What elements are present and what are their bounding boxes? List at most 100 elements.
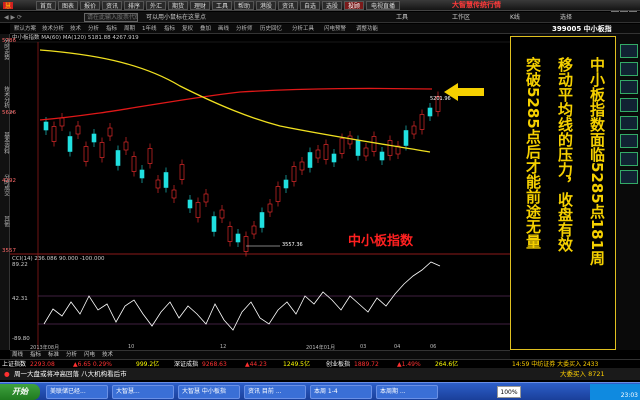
panel-icon[interactable] [620,44,638,58]
toolbar-item[interactable]: 选择 [560,13,572,22]
taskbar-item[interactable]: 本周 1-4 [310,385,372,399]
toolbar-item[interactable]: 工作区 [452,13,470,22]
taskbar-item[interactable]: 资讯 目前 ... [244,385,306,399]
candle [51,126,57,142]
tab-item[interactable]: 默认方案 [14,25,36,33]
taskbar-item[interactable]: 大智慧 中小板指 [178,385,240,399]
app-title: 大智慧传统行情 [452,1,501,9]
panel-icon[interactable] [620,62,638,76]
menu-item[interactable]: 图表 [58,1,78,10]
candle [123,141,129,151]
nav-arrows-icon[interactable]: ◀ ▶ ⟳ [4,13,22,22]
candle [323,144,329,160]
annotation-line: 突破5285点后才能前途无量 [524,57,542,249]
index-ticker: 上证指数 2293.08 ▲6.65 0.29% 999.2亿 深证成指 9268.63 ▲… [0,359,640,368]
y-label: 4292 [2,178,16,184]
menu-item[interactable]: 电视直播 [366,1,400,10]
tab-item[interactable]: 复权 [182,25,193,33]
ticker-item: ▲1.49% [397,361,421,368]
tab-item[interactable]: 指标 [164,25,175,33]
menu-item[interactable]: 外汇 [146,1,166,10]
candle [179,164,185,180]
menu-item[interactable]: 理财 [190,1,210,10]
tab-item[interactable]: 调整功能 [356,25,378,33]
start-button[interactable]: 开始 [0,384,40,400]
tab-item[interactable]: 叠加 [200,25,211,33]
left-strip-item[interactable]: 其他 [1,216,9,227]
chart-area: 中小板指数 MA(60) MA(120) 5181.88 4267.919 57… [2,34,510,351]
ticker-item: 1249.5亿 [283,361,310,368]
panel-icon[interactable] [620,80,638,94]
left-strip-item[interactable]: 技术分析 [1,86,9,108]
menu-item[interactable]: 排序 [124,1,144,10]
candle [227,226,233,242]
candle [203,193,209,203]
tab-item[interactable]: 1年线 [142,25,157,33]
toolbar-item[interactable]: 工具 [396,13,408,22]
candle [99,142,105,158]
bottom-tabs: 周线 指标 标准 分析 闪电 技术 [10,350,510,359]
menu-item[interactable]: 工具 [212,1,232,10]
tab-item[interactable]: 闪电预警 [324,25,346,33]
toolbar-item[interactable]: K线 [510,13,520,22]
menu-item[interactable]: 资讯 [102,1,122,10]
candle [147,148,153,164]
ticker-right: 14:59 中纺证券 大委买入 2433 [512,361,599,368]
tab-item[interactable]: 分析工具 [292,25,314,33]
tab-item[interactable]: 指标 [106,25,117,33]
menu-item[interactable]: 期货 [168,1,188,10]
taskbar-item[interactable]: 本周期 ... [376,385,438,399]
menu-item[interactable]: 自选 [300,1,320,10]
panel-icon[interactable] [620,134,638,148]
low-label: 3557.36 [282,242,303,248]
candle [163,172,169,188]
panel-icon[interactable] [620,116,638,130]
candle [307,152,313,168]
taskbar-item[interactable]: 美联储已经... [46,385,108,399]
candle [83,146,89,162]
right-toolbar [618,40,640,340]
candle [75,125,81,135]
menu-item[interactable]: 选股 [322,1,342,10]
news-right: 大委买入 8721 [560,370,605,378]
chart-header: 中小板指数 MA(60) MA(120) 5181.88 4267.919 [12,35,139,41]
candle [187,199,193,209]
tab-item[interactable]: 技术分析 [42,25,64,33]
taskbar-item[interactable]: 大智慧... [112,385,174,399]
candle [355,140,361,156]
news-headline[interactable]: 周一大盘或将冲高回落 八大机构看后市 [14,369,127,379]
candle [411,125,417,135]
svg-text:慧: 慧 [5,2,11,10]
candle [251,225,257,235]
left-strip-item[interactable]: 基本资料 [1,132,9,154]
taskbar: 开始 美联储已经... 大智慧... 大智慧 中小板指 资讯 目前 ... 本周… [0,382,640,400]
menu-item-active[interactable]: 投顾 [344,1,364,10]
tab-item[interactable]: 分析 [88,25,99,33]
panel-icon[interactable] [620,152,638,166]
menu-item[interactable]: 首页 [36,1,56,10]
tab-item[interactable]: 周期 [124,25,135,33]
tab-item[interactable]: 画线 [218,25,229,33]
candle [235,233,241,243]
menu-item[interactable]: 资讯 [278,1,298,10]
ticker-item: ▲6.65 0.29% [73,361,112,368]
candle [107,127,113,137]
candle [139,169,145,179]
zoom-level[interactable]: 100% [497,386,521,398]
tab-item[interactable]: 分析师 [236,25,253,33]
tab-item[interactable]: 历史回忆 [260,25,282,33]
y-label: 3557 [2,248,16,254]
candle [259,212,265,228]
candle [91,133,97,143]
chart-watermark: 中小板指数 [348,234,414,249]
search-input[interactable] [84,13,138,22]
candle [283,179,289,189]
menu-item[interactable]: 港股 [256,1,276,10]
menu-item[interactable]: 帮助 [234,1,254,10]
panel-icon[interactable] [620,98,638,112]
tab-item[interactable]: 技术 [70,25,81,33]
panel-icon[interactable] [620,170,638,184]
candle [339,138,345,154]
menu-item[interactable]: 报价 [80,1,100,10]
news-icon: ● [4,370,10,378]
